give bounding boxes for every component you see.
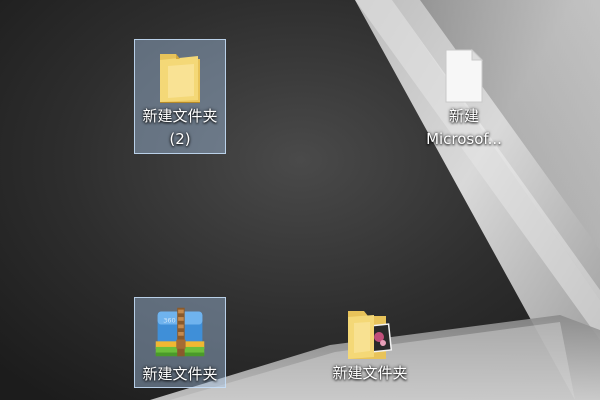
icon-label: 新建文件夹 (142, 107, 218, 125)
desktop-icon-new-folder[interactable]: 新建文件夹 (324, 297, 416, 388)
icon-label: 新建文件夹 (142, 365, 218, 383)
svg-text:360: 360 (163, 317, 175, 325)
icon-label-line2: (2) (169, 130, 191, 148)
document-icon (436, 44, 492, 104)
desktop-background: 新建文件夹 (2) 新建 Microsof... 360 新建文件夹 新建文件夹 (0, 0, 600, 400)
desktop-icon-archive[interactable]: 360 新建文件夹 (134, 297, 226, 388)
desktop-icon-new-folder-2[interactable]: 新建文件夹 (2) (134, 39, 226, 154)
icon-label: 新建 (448, 107, 479, 125)
zip-archive-icon: 360 (152, 302, 208, 362)
wallpaper-laptop-shape (150, 0, 600, 400)
icon-label: 新建文件夹 (332, 364, 408, 382)
folder-with-photos-icon (342, 301, 398, 361)
desktop-icon-new-microsoft-document[interactable]: 新建 Microsof... (418, 40, 510, 155)
folder-icon (152, 44, 208, 104)
icon-label-line2: Microsof... (426, 130, 502, 148)
